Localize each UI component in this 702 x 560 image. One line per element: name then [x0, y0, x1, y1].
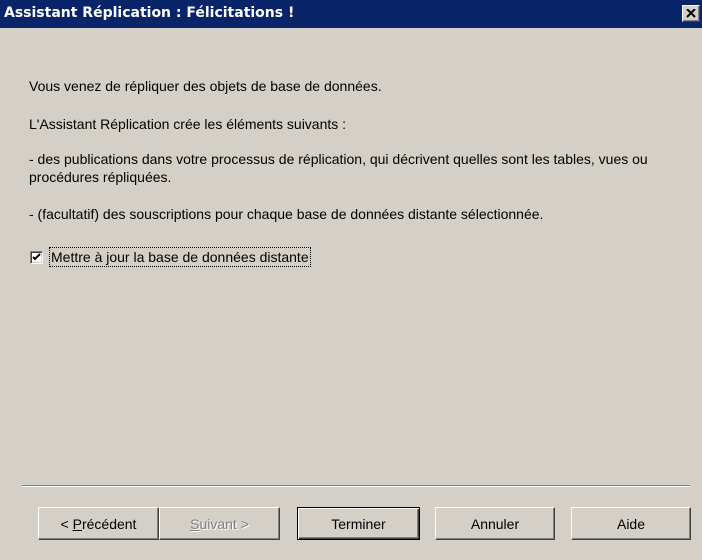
close-icon: [686, 9, 696, 18]
publications-text: - des publications dans votre processus …: [29, 151, 648, 185]
update-remote-db-label[interactable]: Mettre à jour la base de données distant…: [49, 247, 311, 267]
next-button[interactable]: Suivant >: [159, 507, 280, 540]
previous-button-label: récédent: [81, 515, 137, 532]
update-remote-db-checkbox[interactable]: [30, 251, 43, 264]
cancel-button-label: Annuler: [470, 515, 520, 532]
previous-button-mnemonic: P: [72, 515, 82, 532]
elements-heading: L'Assistant Réplication crée les élément…: [29, 116, 347, 132]
intro-text: Vous venez de répliquer des objets de ba…: [29, 78, 382, 94]
cancel-button[interactable]: Annuler: [435, 507, 555, 540]
title-bar[interactable]: Assistant Réplication : Félicitations !: [0, 0, 702, 28]
finish-button[interactable]: Terminer: [297, 507, 420, 540]
wizard-dialog: Assistant Réplication : Félicitations ! …: [0, 0, 702, 560]
help-button-label: Aide: [616, 515, 646, 532]
next-button-mnemonic: S: [190, 515, 200, 532]
finish-button-label: Terminer: [331, 515, 386, 532]
window-title: Assistant Réplication : Félicitations !: [4, 5, 295, 21]
checkmark-icon: [32, 253, 41, 261]
close-button[interactable]: [682, 5, 700, 22]
help-button[interactable]: Aide: [571, 507, 691, 540]
previous-button[interactable]: < Précédent: [38, 507, 159, 540]
button-separator: [22, 485, 690, 487]
previous-button-prefix: <: [60, 515, 73, 532]
subscriptions-text: - (facultatif) des souscriptions pour ch…: [29, 206, 544, 222]
next-button-label: uivant >: [199, 515, 249, 532]
